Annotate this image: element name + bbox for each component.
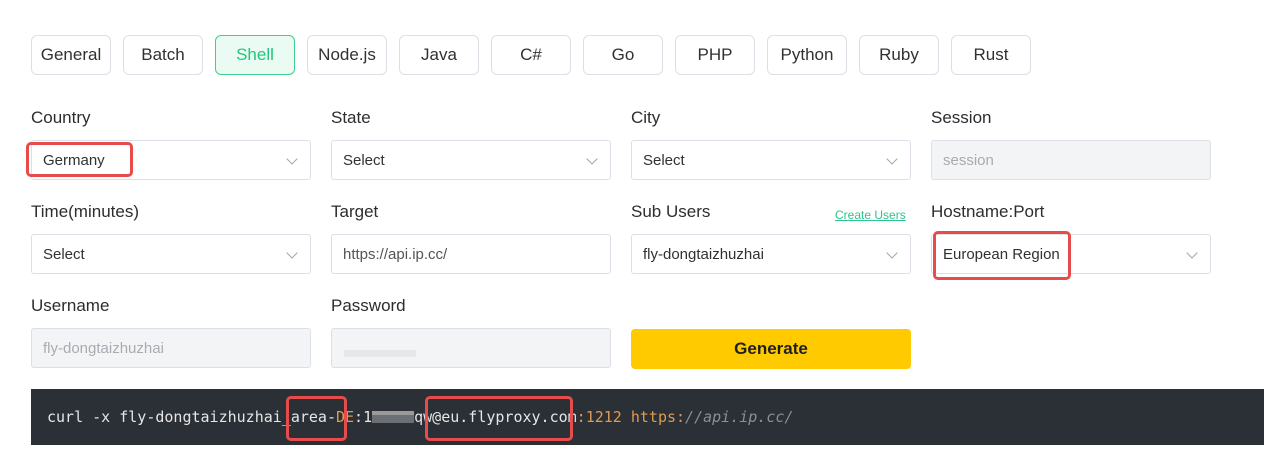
country-value: Germany — [43, 151, 105, 169]
tab-ruby[interactable]: Ruby — [859, 35, 939, 75]
hostname-label: Hostname:Port — [931, 202, 1045, 221]
tab-rust[interactable]: Rust — [951, 35, 1031, 75]
username-label: Username — [31, 296, 110, 315]
create-users-link[interactable]: Create Users — [835, 208, 906, 222]
city-select[interactable]: Select — [631, 140, 911, 180]
username-input[interactable]: fly-dongtaizhuzhai — [31, 328, 311, 368]
state-value: Select — [343, 151, 385, 169]
password-input[interactable] — [331, 328, 611, 368]
sub-users-value: fly-dongtaizhuzhai — [643, 245, 764, 263]
tab-general[interactable]: General — [31, 35, 111, 75]
sub-users-select[interactable]: fly-dongtaizhuzhai — [631, 234, 911, 274]
command-prefix: curl -x fly-dongtaizhuzhai_area- — [47, 408, 336, 426]
country-select[interactable]: Germany — [31, 140, 311, 180]
tab-php[interactable]: PHP — [675, 35, 755, 75]
tab-python[interactable]: Python — [767, 35, 847, 75]
chevron-down-icon — [286, 247, 298, 259]
command-colon2: : — [576, 408, 586, 426]
sub-users-label: Sub Users — [631, 202, 711, 221]
password-label: Password — [331, 296, 406, 315]
tab-nodejs[interactable]: Node.js — [307, 35, 387, 75]
tab-go[interactable]: Go — [583, 35, 663, 75]
command-colon: :1 — [354, 408, 373, 426]
time-select[interactable]: Select — [31, 234, 311, 274]
chevron-down-icon — [286, 153, 298, 165]
password-mask — [344, 350, 416, 357]
target-label: Target — [331, 202, 379, 221]
generate-button[interactable]: Generate — [631, 329, 911, 369]
chevron-down-icon — [586, 153, 598, 165]
tab-batch[interactable]: Batch — [123, 35, 203, 75]
chevron-down-icon — [886, 153, 898, 165]
username-value: fly-dongtaizhuzhai — [43, 339, 164, 357]
city-label: City — [631, 108, 661, 127]
tab-csharp[interactable]: C# — [491, 35, 571, 75]
target-value: https://api.ip.cc/ — [343, 245, 448, 263]
target-input[interactable]: https://api.ip.cc/ — [331, 234, 611, 274]
time-label: Time(minutes) — [31, 202, 139, 221]
command-area: DE — [335, 408, 355, 426]
hostname-value: European Region — [943, 245, 1060, 263]
command-space — [622, 408, 631, 426]
session-label: Session — [931, 108, 992, 127]
session-input[interactable]: session — [931, 140, 1211, 180]
city-value: Select — [643, 151, 685, 169]
chevron-down-icon — [886, 247, 898, 259]
command-port: 1212 — [585, 408, 622, 426]
hostname-select[interactable]: European Region — [931, 234, 1211, 274]
country-label: Country — [31, 108, 91, 127]
state-label: State — [331, 108, 371, 127]
command-url: //api.ip.cc/ — [685, 408, 794, 426]
command-host: qw@eu.flyproxy.com — [414, 408, 577, 426]
command-scheme: https: — [630, 408, 686, 426]
command-output: curl -x fly-dongtaizhuzhai_area-DE:1 qw@e… — [31, 389, 1264, 445]
state-select[interactable]: Select — [331, 140, 611, 180]
redacted-password — [372, 411, 415, 423]
session-placeholder: session — [943, 151, 994, 169]
chevron-down-icon — [1186, 247, 1198, 259]
tab-shell[interactable]: Shell — [215, 35, 295, 75]
tab-java[interactable]: Java — [399, 35, 479, 75]
time-value: Select — [43, 245, 85, 263]
